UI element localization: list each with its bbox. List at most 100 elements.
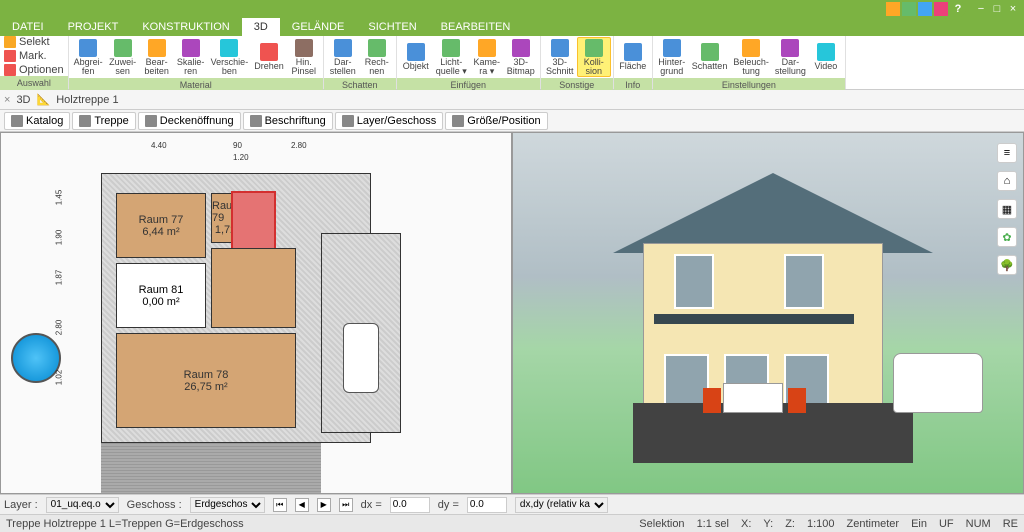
3d-view[interactable]: ≡ ⌂ ▦ ✿ 🌳: [512, 132, 1024, 494]
treppe-button[interactable]: Treppe: [72, 112, 135, 130]
ribbon-button[interactable]: Licht-quelle ▾: [433, 37, 470, 77]
color-swatch-icon[interactable]: [934, 2, 948, 16]
nav-prev-icon[interactable]: ◀: [295, 498, 309, 512]
tool-icon: [551, 39, 569, 57]
ribbon-button[interactable]: Bear-beiten: [140, 37, 174, 77]
ribbon-button[interactable]: Kolli-sion: [577, 37, 611, 77]
room-78: Raum 7826,75 m²: [116, 333, 296, 428]
terrace: [101, 443, 321, 494]
beschriftung-button[interactable]: Beschriftung: [243, 112, 333, 130]
selected-item: Holztreppe 1: [56, 94, 118, 106]
maximize-icon[interactable]: □: [990, 2, 1004, 16]
ribbon-button[interactable]: 3D-Bitmap: [504, 37, 538, 77]
auswahl-group: Selekt Mark. Optionen: [0, 36, 68, 76]
tab-projekt[interactable]: PROJEKT: [56, 18, 131, 36]
dim-label: 1.02: [54, 370, 63, 386]
ribbon-button[interactable]: Hinter-grund: [655, 37, 689, 77]
tool-icon: [624, 43, 642, 61]
tool-icon: [334, 39, 352, 57]
staircase-selected[interactable]: [231, 191, 276, 251]
ribbon-button[interactable]: Abgrei-fen: [71, 37, 106, 77]
dim-label: 1.20: [233, 153, 249, 162]
room-81: Raum 810,00 m²: [116, 263, 206, 328]
chair: [703, 388, 721, 413]
unit-label: Zentimeter: [847, 518, 900, 530]
view-tools: ≡ ⌂ ▦ ✿ 🌳: [997, 143, 1017, 275]
ribbon-button[interactable]: Hin.Pinsel: [287, 37, 321, 77]
layer-button[interactable]: Layer/Geschoss: [335, 112, 443, 130]
y-label: Y:: [763, 518, 773, 530]
tab-3d[interactable]: 3D: [242, 18, 280, 36]
ribbon-button[interactable]: Verschie-ben: [208, 37, 252, 77]
leaf-icon[interactable]: ✿: [997, 227, 1017, 247]
tool-icon: [442, 39, 460, 57]
ribbon-button[interactable]: Beleuch-tung: [730, 37, 772, 77]
status-bar: Treppe Holztreppe 1 L=Treppen G=Erdgesch…: [0, 514, 1024, 532]
car-icon: [343, 323, 379, 393]
tab-datei[interactable]: DATEI: [0, 18, 56, 36]
house-model: [603, 153, 943, 473]
tab-bearbeiten[interactable]: BEARBEITEN: [429, 18, 523, 36]
ribbon-button[interactable]: Video: [809, 37, 843, 77]
ribbon-button[interactable]: Zuwei-sen: [106, 37, 140, 77]
help-icon[interactable]: ?: [950, 1, 966, 17]
geschoss-label: Geschoss :: [127, 499, 182, 511]
house-icon[interactable]: ⌂: [997, 171, 1017, 191]
ribbon-button[interactable]: Rech-nen: [360, 37, 394, 77]
geschoss-select[interactable]: Erdgeschos: [190, 497, 265, 513]
coord-mode-select[interactable]: dx,dy (relativ ka: [515, 497, 608, 513]
ribbon-button[interactable]: Schatten: [689, 37, 731, 77]
nav-next-icon[interactable]: ▶: [317, 498, 331, 512]
group-label: Auswahl: [0, 76, 68, 90]
color-swatch-icon[interactable]: [886, 2, 900, 16]
mark-button[interactable]: Mark.: [4, 49, 64, 63]
nav-last-icon[interactable]: ⏭: [339, 498, 353, 512]
color-swatch-icon[interactable]: [902, 2, 916, 16]
tool-icon: [742, 39, 760, 57]
tool-icon: [260, 43, 278, 61]
ratio-label: 1:1 sel: [697, 518, 729, 530]
ribbon-button[interactable]: Kame-ra ▾: [470, 37, 504, 77]
close-view-icon[interactable]: ×: [4, 94, 10, 106]
coordinates-bar: Layer : 01_uq.eq.o Geschoss : Erdgeschos…: [0, 494, 1024, 514]
context-toolbar: Katalog Treppe Deckenöffnung Beschriftun…: [0, 110, 1024, 132]
dy-input[interactable]: [467, 497, 507, 513]
tab-gelaende[interactable]: GELÄNDE: [280, 18, 357, 36]
optionen-button[interactable]: Optionen: [4, 63, 64, 77]
ribbon-button[interactable]: Dar-stellen: [326, 37, 360, 77]
document-bar: × 3D 📐 Holztreppe 1: [0, 90, 1024, 110]
ribbon-button[interactable]: Objekt: [399, 37, 433, 77]
tool-icon: [79, 39, 97, 57]
ribbon-button[interactable]: Fläche: [616, 37, 650, 77]
layer-select[interactable]: 01_uq.eq.o: [46, 497, 119, 513]
close-icon[interactable]: ×: [1006, 2, 1020, 16]
groesse-button[interactable]: Größe/Position: [445, 112, 547, 130]
room-77: Raum 776,44 m²: [116, 193, 206, 258]
ribbon-button[interactable]: Skalie-ren: [174, 37, 208, 77]
nav-first-icon[interactable]: ⏮: [273, 498, 287, 512]
dim-label: 2.80: [291, 141, 307, 150]
color-swatch-icon[interactable]: [918, 2, 932, 16]
deckenoeffnung-button[interactable]: Deckenöffnung: [138, 112, 241, 130]
dx-input[interactable]: [390, 497, 430, 513]
ribbon-button[interactable]: Dar-stellung: [772, 37, 809, 77]
selekt-button[interactable]: Selekt: [4, 35, 64, 49]
grid-icon[interactable]: ▦: [997, 199, 1017, 219]
tab-sichten[interactable]: SICHTEN: [356, 18, 428, 36]
katalog-button[interactable]: Katalog: [4, 112, 70, 130]
view-name: 3D: [16, 94, 30, 106]
scale-label: 1:100: [807, 518, 835, 530]
minimize-icon[interactable]: −: [974, 2, 988, 16]
ribbon-button[interactable]: 3D-Schnitt: [543, 37, 577, 77]
layer-icon: [342, 115, 354, 127]
floorplan-view[interactable]: 4.40 90 2.80 1.20 Raum 776,44 m² Raum 79…: [0, 132, 512, 494]
tool-icon: [585, 39, 603, 57]
ribbon: Selekt Mark. Optionen Auswahl Abgrei-fen…: [0, 36, 1024, 90]
tool-icon: [781, 39, 799, 57]
ribbon-button[interactable]: Drehen: [251, 37, 287, 77]
tool-icon: [701, 43, 719, 61]
layers-icon[interactable]: ≡: [997, 143, 1017, 163]
tree-icon[interactable]: 🌳: [997, 255, 1017, 275]
tab-konstruktion[interactable]: KONSTRUKTION: [130, 18, 241, 36]
chair: [788, 388, 806, 413]
